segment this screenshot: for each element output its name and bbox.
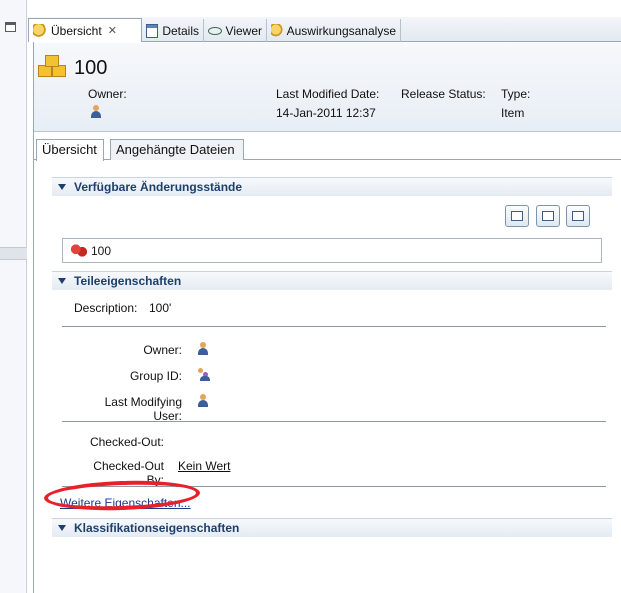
- item-star-icon: [33, 23, 47, 38]
- last-modified-value: 14-Jan-2011 12:37: [276, 106, 376, 120]
- tree-view-button[interactable]: [536, 205, 560, 227]
- user-icon[interactable]: [90, 105, 102, 118]
- release-status-label: Release Status:: [401, 87, 486, 101]
- type-value: Item: [501, 106, 525, 120]
- page-title: 100: [74, 57, 108, 79]
- divider: [62, 326, 606, 327]
- table-view-button[interactable]: [505, 205, 529, 227]
- last-modified-label: Last Modified Date:: [276, 87, 380, 101]
- tab-attached-files[interactable]: Angehängte Dateien: [110, 139, 244, 160]
- tab-label: Viewer: [225, 23, 262, 38]
- section-classification[interactable]: Klassifikationseigenschaften: [52, 518, 612, 537]
- last-modifying-user-label: Last Modifying User:: [104, 395, 182, 423]
- tab-uebersicht[interactable]: Übersicht ✕: [28, 18, 142, 42]
- chevron-down-icon: [58, 184, 66, 190]
- impact-analysis-icon: [271, 23, 283, 38]
- section-properties[interactable]: Teileeigenschaften: [52, 271, 612, 290]
- viewer-glasses-icon: [208, 26, 222, 35]
- table-icon: [511, 211, 523, 221]
- description-label: Description:: [74, 301, 138, 315]
- checked-out-by-value-link[interactable]: Kein Wert: [178, 459, 230, 473]
- user-icon[interactable]: [197, 394, 209, 407]
- list-icon: [572, 211, 584, 221]
- maximize-icon[interactable]: [5, 22, 16, 32]
- list-item[interactable]: 100: [91, 244, 111, 258]
- object-header: 100 Owner: Last Modified Date: 14-Jan-20…: [34, 43, 621, 132]
- tab-label: Auswirkungsanalyse: [286, 23, 396, 38]
- tab-label: Details: [162, 23, 199, 38]
- tab-overview[interactable]: Übersicht: [36, 139, 104, 161]
- checked-out-label: Checked-Out:: [89, 435, 164, 449]
- section-title: Teileeigenschaften: [74, 274, 182, 288]
- revision-icon: [71, 244, 87, 257]
- section-title: Klassifikationseigenschaften: [74, 521, 240, 535]
- chevron-down-icon: [58, 278, 66, 284]
- group-icon[interactable]: [197, 368, 211, 381]
- owner-label: Owner:: [88, 87, 127, 101]
- tab-details[interactable]: Details: [142, 19, 204, 42]
- details-icon: [146, 23, 159, 38]
- tree-icon: [542, 211, 554, 221]
- list-view-button[interactable]: [566, 205, 590, 227]
- tab-auswirkungsanalyse[interactable]: Auswirkungsanalyse: [267, 19, 401, 42]
- type-label: Type:: [501, 87, 531, 101]
- tab-viewer[interactable]: Viewer: [204, 19, 267, 42]
- section-title: Verfügbare Änderungsstände: [74, 180, 243, 194]
- owner-label: Owner:: [143, 343, 182, 357]
- user-icon[interactable]: [197, 342, 209, 355]
- divider: [62, 421, 606, 422]
- section-revisions[interactable]: Verfügbare Änderungsstände: [52, 177, 612, 196]
- left-view-strip: [0, 0, 27, 593]
- item-cubes-icon: [38, 55, 68, 81]
- tab-label: Übersicht: [51, 23, 102, 38]
- inner-tab-bar: Übersicht Angehängte Dateien: [34, 139, 621, 161]
- close-icon[interactable]: ✕: [108, 24, 117, 37]
- group-id-label: Group ID:: [129, 369, 182, 383]
- chevron-down-icon: [58, 525, 66, 531]
- left-strip-band: [0, 247, 27, 260]
- editor-tab-bar: Übersicht ✕ Details Viewer Auswirkungsan…: [28, 17, 621, 42]
- revision-list[interactable]: 100: [62, 238, 602, 263]
- description-value: 100': [149, 301, 172, 315]
